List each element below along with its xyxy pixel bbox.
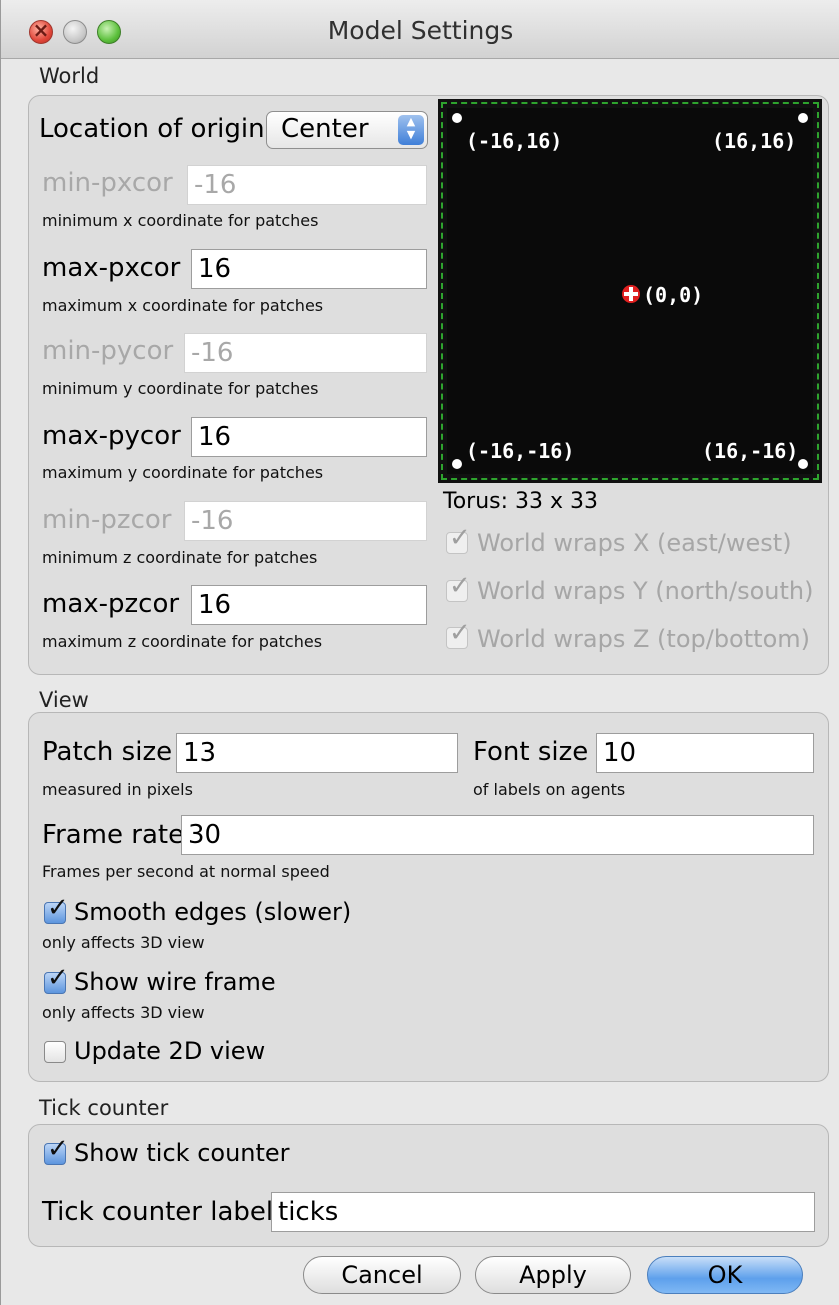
min-pzcor-field[interactable]: -16 [184,501,427,541]
wire-frame-label: Show wire frame [74,968,276,996]
wrap-y-checkbox[interactable]: ✓ [446,571,471,602]
smooth-edges-hint: only affects 3D view [42,933,205,952]
top-right-coord: (16,16) [712,129,797,153]
wrap-z-label: World wraps Z (top/bottom) [477,625,810,653]
wire-frame-hint: only affects 3D view [42,1003,205,1022]
origin-marker-icon [622,285,640,303]
max-pzcor-field[interactable]: 16 [191,585,427,625]
wrap-x-label: World wraps X (east/west) [477,529,792,557]
frame-rate-field[interactable]: 30 [181,815,814,855]
checkmark-icon: ✓ [47,963,69,993]
smooth-edges-checkbox[interactable]: ✓ [44,893,69,924]
corner-dot [452,113,462,123]
tick-section-label: Tick counter [39,1096,169,1120]
bottom-left-coord: (-16,-16) [466,439,575,463]
tick-label-label: Tick counter label [42,1197,274,1227]
max-pycor-hint: maximum y coordinate for patches [42,463,324,482]
min-pycor-field[interactable]: -16 [184,333,427,373]
min-pycor-hint: minimum y coordinate for patches [42,379,319,398]
origin-label: Location of origin: [39,114,274,144]
patch-size-hint: measured in pixels [42,780,193,799]
update-2d-checkbox[interactable] [44,1041,66,1063]
max-pycor-field[interactable]: 16 [191,417,427,457]
patch-size-label: Patch size [42,737,173,767]
title-bar[interactable]: Model Settings [1,0,839,59]
cancel-button[interactable]: Cancel [303,1256,461,1294]
patch-size-field[interactable]: 13 [176,733,458,773]
min-pxcor-field[interactable]: -16 [187,165,427,205]
max-pzcor-label: max-pzcor [42,589,180,619]
ok-button[interactable]: OK [647,1256,803,1294]
font-size-hint: of labels on agents [473,780,626,799]
top-left-coord: (-16,16) [466,129,563,153]
min-pxcor-label: min-pxcor [42,168,173,198]
min-pxcor-hint: minimum x coordinate for patches [42,211,319,230]
wire-frame-checkbox[interactable]: ✓ [44,963,69,994]
apply-button[interactable]: Apply [475,1256,631,1294]
min-pzcor-hint: minimum z coordinate for patches [42,548,318,567]
smooth-edges-label: Smooth edges (slower) [74,898,352,926]
wrap-x-checkbox[interactable]: ✓ [446,523,471,554]
world-preview: (-16,16) (16,16) (0,0) (-16,-16) (16,-16… [438,99,822,483]
show-tick-counter-label: Show tick counter [74,1139,290,1167]
min-pycor-label: min-pycor [42,336,174,366]
corner-dot [798,113,808,123]
font-size-field[interactable]: 10 [596,733,814,773]
max-pxcor-hint: maximum x coordinate for patches [42,296,324,315]
checkmark-icon: ✓ [47,893,69,923]
corner-dot [452,459,462,469]
max-pxcor-label: max-pxcor [42,253,181,283]
center-coord: (0,0) [643,283,704,307]
frame-rate-hint: Frames per second at normal speed [42,862,330,881]
font-size-label: Font size [473,737,589,767]
model-settings-dialog: Model Settings World Location of origin:… [0,0,839,1305]
wrap-z-checkbox[interactable]: ✓ [446,618,471,649]
frame-rate-label: Frame rate [42,820,185,850]
origin-select[interactable]: Center ▲ ▼ [266,111,428,149]
max-pycor-label: max-pycor [42,421,181,451]
updown-arrows-icon: ▲ ▼ [398,115,424,145]
update-2d-label: Update 2D view [74,1037,266,1065]
view-section-label: View [39,688,89,712]
window-title: Model Settings [327,16,514,45]
torus-size: Torus: 33 x 33 [443,489,599,514]
checkmark-icon: ✓ [449,571,471,601]
tick-label-field[interactable]: ticks [271,1192,815,1232]
checkmark-icon: ✓ [449,618,471,648]
max-pzcor-hint: maximum z coordinate for patches [42,632,323,651]
checkmark-icon: ✓ [47,1134,69,1164]
show-tick-counter-checkbox[interactable]: ✓ [44,1134,69,1165]
origin-select-value: Center [281,114,369,144]
corner-dot [798,459,808,469]
checkmark-icon: ✓ [449,523,471,553]
bottom-right-coord: (16,-16) [702,439,799,463]
max-pxcor-field[interactable]: 16 [191,249,427,289]
wrap-y-label: World wraps Y (north/south) [477,577,814,605]
min-pzcor-label: min-pzcor [42,505,172,535]
world-section-label: World [39,64,100,88]
